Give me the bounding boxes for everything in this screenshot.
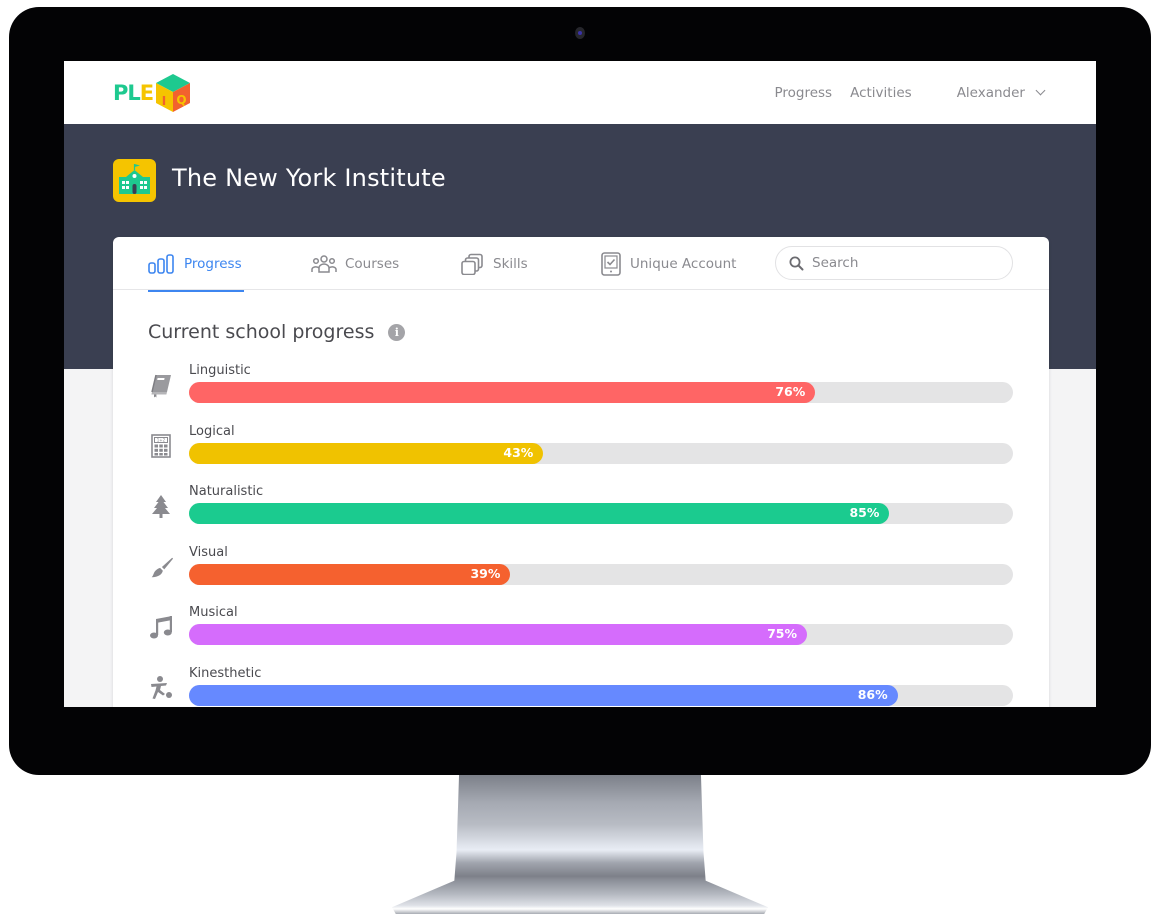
tree-icon [148, 493, 174, 519]
progress-fill: 86% [189, 684, 898, 706]
progress-label: Naturalistic [189, 484, 264, 499]
progress-label: Visual [189, 544, 228, 560]
progress-track: 76% [189, 382, 1013, 403]
progress-fill: 76% [189, 382, 816, 403]
book-icon [148, 372, 174, 398]
progress-value: 39% [470, 565, 501, 581]
progress-label: Logical [189, 423, 235, 439]
school-name: The New York Institute [172, 164, 446, 192]
progress-track: 39% [189, 563, 1013, 585]
tab-label: Skills [493, 255, 528, 272]
paintbrush-icon [148, 554, 174, 580]
top-navigation-bar: P L E I Q Progress Activities Alexander [64, 61, 1096, 124]
user-menu[interactable]: Alexander [956, 84, 1046, 101]
progress-fill: 75% [189, 624, 807, 645]
progress-value: 85% [849, 505, 880, 520]
svg-text:1+2: 1+2 [157, 437, 166, 442]
progress-track: 85% [189, 503, 1013, 524]
nav-link-progress[interactable]: Progress [774, 85, 832, 101]
user-name: Alexander [956, 84, 1025, 101]
webcam [575, 27, 585, 39]
screen: P L E I Q Progress Activities Alexander [64, 61, 1096, 707]
logo-letter-p: P [113, 81, 128, 105]
tab-label: Unique Account [630, 255, 737, 272]
calculator-icon: 1+2 [148, 433, 174, 459]
progress-row-logical: 1+2 Logical 43% [113, 422, 1049, 483]
logo-letter-e: E [139, 81, 154, 105]
monitor-stand-neck [454, 775, 706, 885]
search-box[interactable] [775, 246, 1013, 280]
progress-label: Linguistic [189, 363, 251, 378]
tab-unique-account[interactable]: Unique Account [600, 237, 736, 290]
monitor-stand-base [392, 880, 768, 914]
progress-label: Musical [189, 605, 238, 620]
copy-icon [461, 253, 483, 275]
progress-card: Progress Courses Skills Unique Account S… [113, 237, 1049, 707]
tab-courses[interactable]: Courses [311, 237, 399, 290]
section-title: Current school progress [148, 321, 375, 343]
section-header: Current school progress i [148, 321, 406, 343]
tab-skills[interactable]: Skills [461, 237, 528, 290]
progress-row-kinesthetic: Kinesthetic 86% [113, 664, 1049, 708]
logo-cube-icon: I Q [156, 74, 191, 112]
progress-fill: 39% [189, 563, 511, 585]
bar-chart-icon [148, 253, 174, 274]
chevron-down-icon [1035, 85, 1046, 96]
progress-list: Linguistic 76% 1+2 Logical 43% Naturalis… [113, 361, 1049, 707]
progress-value: 86% [857, 686, 888, 702]
progress-track: 75% [189, 624, 1013, 645]
progress-value: 43% [503, 444, 534, 460]
progress-row-naturalistic: Naturalistic 85% [113, 482, 1049, 543]
tab-label: Progress [184, 255, 242, 272]
search-input[interactable] [812, 255, 1002, 271]
tablet-check-icon [601, 251, 621, 276]
logo-cube-letter-i: I [162, 94, 166, 108]
pleiq-logo[interactable]: P L E I Q [113, 72, 192, 114]
progress-fill: 43% [189, 442, 544, 464]
logo-cube-letter-q: Q [177, 93, 187, 107]
tab-progress[interactable]: Progress [148, 237, 244, 292]
soccer-player-icon [148, 675, 174, 701]
progress-fill: 85% [189, 503, 890, 524]
progress-row-visual: Visual 39% [113, 543, 1049, 604]
tab-bar: Progress Courses Skills Unique Account S… [113, 237, 1049, 292]
school-building-icon [113, 159, 156, 202]
progress-label: Kinesthetic [189, 665, 262, 681]
info-icon[interactable]: i [388, 323, 406, 341]
progress-value: 75% [767, 626, 797, 641]
tab-label: Courses [345, 255, 400, 272]
nav-link-activities[interactable]: Activities [850, 85, 912, 101]
progress-value: 76% [775, 384, 806, 399]
logo-letter-l: L [127, 81, 140, 105]
users-icon [311, 254, 337, 273]
top-nav: Progress Activities Alexander [756, 61, 1046, 124]
search-icon [789, 256, 804, 270]
music-note-icon [148, 614, 174, 640]
progress-row-linguistic: Linguistic 76% [113, 361, 1049, 422]
progress-track: 86% [189, 684, 1013, 706]
progress-row-musical: Musical 75% [113, 603, 1049, 664]
progress-track: 43% [189, 442, 1013, 464]
